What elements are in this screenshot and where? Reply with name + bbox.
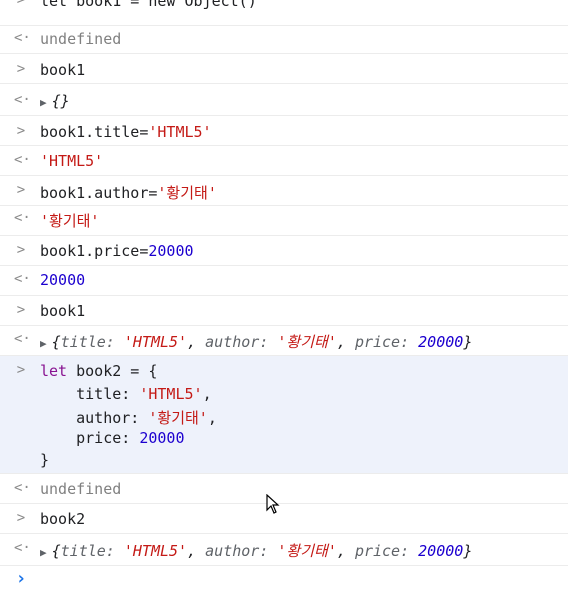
input-chevron-icon: > bbox=[16, 510, 26, 526]
object-key: author: bbox=[205, 333, 269, 351]
console-output-row: <· ▶ {title: 'HTML5', author: '황기태', pric… bbox=[0, 534, 568, 566]
console-output-row: <· '황기태' bbox=[0, 206, 568, 236]
input-chevron-icon: > bbox=[16, 61, 26, 77]
console-input-row: > book2 bbox=[0, 504, 568, 534]
expand-triangle-icon[interactable]: ▶ bbox=[40, 546, 47, 559]
code-string: 'HTML5' bbox=[148, 123, 212, 141]
console-input-row: > let book1 = new Object() bbox=[0, 0, 568, 26]
code-number: 20000 bbox=[148, 242, 194, 260]
output-arrow-icon: <· bbox=[14, 30, 31, 46]
input-chevron-icon: > bbox=[16, 302, 26, 318]
console-output-row: <· ▶ {} bbox=[0, 84, 568, 116]
console-output-text: undefined bbox=[40, 30, 122, 48]
console-input-row: > book1 bbox=[0, 296, 568, 326]
code-token: title: bbox=[40, 385, 140, 403]
code-string: '황기태' bbox=[157, 184, 217, 202]
code-token: book1.author= bbox=[40, 184, 158, 202]
expand-triangle-icon[interactable]: ▶ bbox=[40, 337, 47, 350]
output-arrow-icon: <· bbox=[14, 92, 31, 108]
input-chevron-icon: > bbox=[16, 182, 26, 198]
code-line: price: 20000 bbox=[40, 429, 185, 447]
code-token: , bbox=[202, 385, 212, 403]
console-output-row: <· undefined bbox=[0, 26, 568, 54]
code-keyword: let bbox=[40, 362, 68, 380]
code-line: author: '황기태', bbox=[40, 407, 217, 428]
object-value: 'HTML5' bbox=[123, 333, 188, 351]
console-input-text: book1.author='황기태' bbox=[40, 182, 217, 203]
code-line: title: 'HTML5', bbox=[40, 385, 212, 403]
input-chevron-icon: > bbox=[16, 362, 26, 378]
console-input-row: > book1.price=20000 bbox=[0, 236, 568, 266]
console-input-row: > book1 bbox=[0, 54, 568, 84]
code-line: let book2 = { bbox=[40, 362, 157, 380]
code-token: , bbox=[207, 409, 217, 427]
output-arrow-icon: <· bbox=[14, 152, 31, 168]
console-input-text: book1 bbox=[40, 61, 86, 79]
console-output-row: <· undefined bbox=[0, 474, 568, 504]
code-token: book1.price= bbox=[40, 242, 149, 260]
console-input-row-selected: > let book2 = { title: 'HTML5', author: … bbox=[0, 356, 568, 474]
object-value: 20000 bbox=[418, 542, 464, 560]
input-chevron-icon: > bbox=[16, 242, 26, 258]
expand-triangle-icon[interactable]: ▶ bbox=[40, 96, 47, 109]
input-chevron-icon: > bbox=[16, 0, 26, 8]
object-key: title: bbox=[60, 542, 115, 560]
object-value: '황기태' bbox=[277, 333, 337, 351]
code-string: '황기태' bbox=[148, 409, 208, 427]
console-output-text: undefined bbox=[40, 480, 122, 498]
console-input-text: book1.title='HTML5' bbox=[40, 123, 212, 141]
console-input-text: book2 bbox=[40, 510, 86, 528]
input-chevron-icon: > bbox=[16, 123, 26, 139]
console-input-text: book1 bbox=[40, 302, 86, 320]
object-key: price: bbox=[354, 542, 410, 560]
code-line: } bbox=[40, 451, 50, 469]
console-input-text: let book1 = new Object() bbox=[40, 0, 257, 10]
expandable-object[interactable]: ▶ {} bbox=[40, 92, 70, 110]
console-output-text: '황기태' bbox=[40, 212, 100, 230]
object-value: '황기태' bbox=[277, 542, 337, 560]
code-token: book1.title= bbox=[40, 123, 149, 141]
object-key: title: bbox=[60, 333, 115, 351]
console-input-row: > book1.author='황기태' bbox=[0, 176, 568, 206]
code-string: 'HTML5' bbox=[139, 385, 203, 403]
code-token: book2 = { bbox=[67, 362, 158, 380]
expandable-object[interactable]: ▶ {title: 'HTML5', author: '황기태', price: … bbox=[40, 331, 472, 352]
object-value: 'HTML5' bbox=[123, 542, 188, 560]
console-output-text: 'HTML5' bbox=[40, 152, 104, 170]
code-number: 20000 bbox=[139, 429, 185, 447]
output-arrow-icon: <· bbox=[14, 480, 31, 496]
code-token: author: bbox=[40, 409, 149, 427]
console-output-row: <· 'HTML5' bbox=[0, 146, 568, 176]
output-arrow-icon: <· bbox=[14, 210, 31, 226]
object-preview: {} bbox=[51, 92, 70, 110]
code-token: price: bbox=[40, 429, 140, 447]
console-input-text: book1.price=20000 bbox=[40, 242, 194, 260]
mouse-pointer-icon bbox=[266, 494, 280, 514]
console-prompt[interactable]: › bbox=[0, 566, 568, 610]
console-output-text: 20000 bbox=[40, 271, 86, 289]
devtools-console: > let book1 = new Object() <· undefined … bbox=[0, 0, 568, 610]
output-arrow-icon: <· bbox=[14, 540, 31, 556]
prompt-chevron-icon: › bbox=[15, 568, 27, 589]
output-arrow-icon: <· bbox=[14, 331, 31, 347]
console-output-row: <· ▶ {title: 'HTML5', author: '황기태', pric… bbox=[0, 326, 568, 356]
object-key: author: bbox=[205, 542, 269, 560]
output-arrow-icon: <· bbox=[14, 271, 31, 287]
console-input-row: > book1.title='HTML5' bbox=[0, 116, 568, 146]
object-key: price: bbox=[354, 333, 410, 351]
console-output-row: <· 20000 bbox=[0, 266, 568, 296]
expandable-object[interactable]: ▶ {title: 'HTML5', author: '황기태', price: … bbox=[40, 540, 472, 561]
object-value: 20000 bbox=[418, 333, 464, 351]
